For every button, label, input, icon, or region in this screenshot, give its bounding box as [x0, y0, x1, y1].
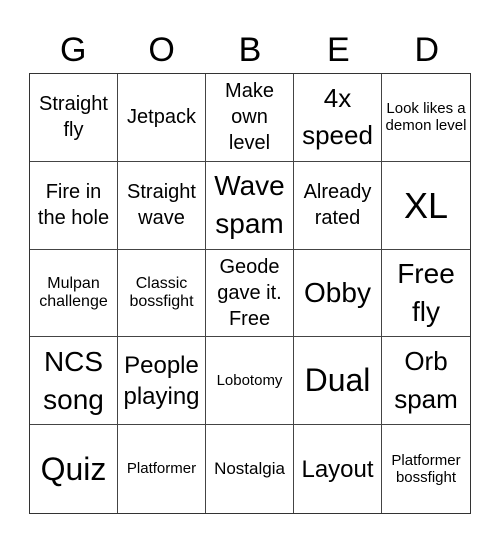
bingo-cell[interactable]: Fire in the hole	[30, 161, 118, 250]
bingo-cell[interactable]: Look likes a demon level	[382, 74, 470, 162]
bingo-cell[interactable]: Make own level	[206, 74, 294, 162]
bingo-cell[interactable]: Geode gave it. Free	[206, 249, 294, 338]
bingo-cell[interactable]: 4x speed	[294, 74, 382, 162]
bingo-cell[interactable]: Nostalgia	[206, 425, 294, 513]
bingo-cell[interactable]: Free fly	[382, 250, 470, 338]
bingo-grid: Straight fly Jetpack Make own level 4x s…	[29, 73, 471, 514]
bingo-cell[interactable]: Straight fly	[30, 74, 118, 162]
bingo-cell[interactable]: Jetpack	[118, 74, 206, 162]
bingo-cell[interactable]: Wave spam	[206, 161, 294, 250]
bingo-cell[interactable]: Dual	[294, 337, 382, 426]
bingo-cell[interactable]: Lobotomy	[206, 337, 294, 426]
bingo-cell[interactable]: Platformer bossfight	[382, 425, 470, 513]
bingo-cell[interactable]: Platformer	[118, 425, 206, 513]
bingo-header: G O B E D	[29, 28, 471, 72]
bingo-cell[interactable]: XL	[382, 162, 470, 250]
bingo-cell[interactable]: Straight wave	[118, 161, 206, 250]
header-letter-e: E	[327, 31, 350, 69]
bingo-cell[interactable]: Orb spam	[382, 337, 470, 426]
bingo-cell[interactable]: NCS song	[30, 337, 118, 426]
header-letter-b: B	[238, 31, 262, 69]
bingo-cell[interactable]: Already rated	[294, 161, 382, 250]
header-letter-o: O	[148, 31, 175, 69]
bingo-cell[interactable]: Quiz	[30, 425, 118, 513]
bingo-cell[interactable]: Mulpan challenge	[30, 249, 118, 338]
bingo-cell[interactable]: People playing	[118, 337, 206, 426]
bingo-cell[interactable]: Layout	[294, 425, 382, 513]
header-letter-d: D	[414, 31, 440, 69]
bingo-cell[interactable]: Obby	[294, 249, 382, 338]
header-letter-g: G	[59, 31, 87, 69]
bingo-cell[interactable]: Classic bossfight	[118, 249, 206, 338]
